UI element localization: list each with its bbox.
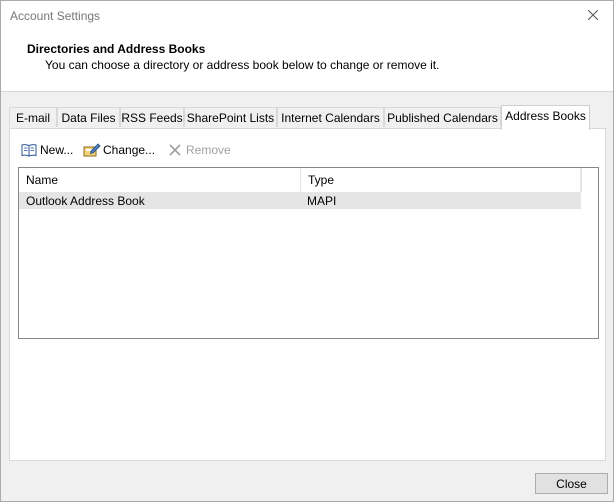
new-button-label: New... xyxy=(40,143,74,157)
window-title: Account Settings xyxy=(10,9,101,23)
header-title: Directories and Address Books xyxy=(27,42,206,56)
remove-button[interactable]: Remove xyxy=(166,141,231,159)
tab-internet-calendars[interactable]: Internet Calendars xyxy=(277,107,384,127)
tab-sharepoint-lists[interactable]: SharePoint Lists xyxy=(184,107,277,127)
header-divider xyxy=(581,168,582,192)
address-books-panel: New... Change... Remove Name Type Outloo… xyxy=(9,128,606,461)
row-name-cell: Outlook Address Book xyxy=(26,194,145,208)
header-subtitle: You can choose a directory or address bo… xyxy=(45,58,440,72)
close-icon xyxy=(166,142,184,158)
row-type-cell: MAPI xyxy=(307,194,337,208)
tab-address-books[interactable]: Address Books xyxy=(501,105,590,130)
dialog-header: Directories and Address Books You can ch… xyxy=(1,31,613,92)
edit-icon xyxy=(83,142,101,158)
new-button[interactable]: New... xyxy=(20,141,73,159)
tab-rss-feeds[interactable]: RSS Feeds xyxy=(120,107,184,127)
address-book-list[interactable]: Name Type Outlook Address Book MAPI xyxy=(18,167,599,339)
account-settings-window: Account Settings Directories and Address… xyxy=(0,0,614,502)
tab-published-calendars[interactable]: Published Calendars xyxy=(384,107,501,127)
title-bar: Account Settings xyxy=(1,1,613,31)
tab-data-files[interactable]: Data Files xyxy=(57,107,120,127)
table-row[interactable]: Outlook Address Book MAPI xyxy=(19,192,581,209)
remove-button-label: Remove xyxy=(186,143,231,157)
change-button[interactable]: Change... xyxy=(83,141,155,159)
list-header: Name Type xyxy=(19,168,581,192)
close-button[interactable]: Close xyxy=(535,473,608,494)
tab-email[interactable]: E-mail xyxy=(9,107,57,127)
address-book-icon xyxy=(20,142,38,158)
column-header-type[interactable]: Type xyxy=(301,168,581,192)
change-button-label: Change... xyxy=(103,143,156,157)
window-close-icon[interactable] xyxy=(579,4,607,26)
column-header-name[interactable]: Name xyxy=(19,168,301,192)
